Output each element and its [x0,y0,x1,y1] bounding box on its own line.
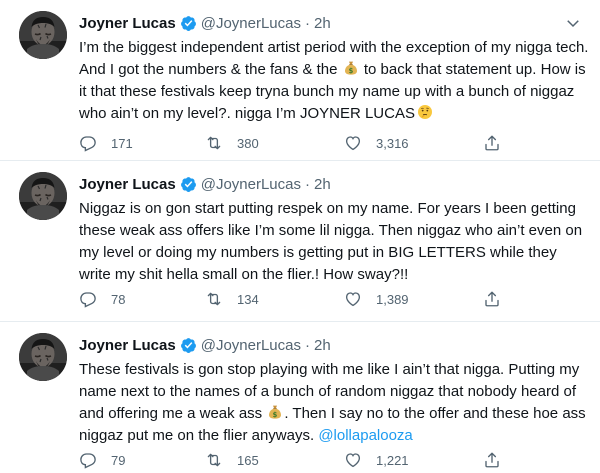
money-bag-emoji [343,60,359,76]
reply-count: 78 [111,291,126,307]
separator-dot: · [305,336,310,354]
mention-link[interactable]: @lollapalooza [318,427,412,444]
reply-icon [79,290,97,308]
avatar[interactable] [19,172,67,220]
share-icon [483,290,501,308]
retweet-count: 165 [237,452,259,468]
tweet[interactable]: Joyner Lucas @JoynerLucas · 2h These fes… [0,322,600,473]
avatar[interactable] [19,11,67,59]
tweet-actions: 78 134 1,389 [79,288,509,310]
handle[interactable]: @JoynerLucas [201,176,301,193]
retweet-button[interactable]: 380 [205,132,259,154]
reply-button[interactable]: 171 [79,132,133,154]
tweet-text: These festivals is gon stop playing with… [79,359,589,447]
retweet-button[interactable]: 134 [205,288,259,310]
timestamp[interactable]: 2h [314,15,331,32]
tweet-header: Joyner Lucas @JoynerLucas · 2h [79,335,331,355]
tweet[interactable]: Joyner Lucas @JoynerLucas · 2h Niggaz is… [0,161,600,322]
verified-icon [180,176,197,193]
timestamp[interactable]: 2h [314,176,331,193]
handle[interactable]: @JoynerLucas [201,15,301,32]
share-button[interactable] [483,132,515,154]
reply-button[interactable]: 78 [79,288,125,310]
display-name[interactable]: Joyner Lucas [79,15,176,32]
avatar[interactable] [19,333,67,381]
verified-icon [180,337,197,354]
timestamp[interactable]: 2h [314,337,331,354]
retweet-count: 380 [237,135,259,151]
thinking-face-emoji [417,104,433,120]
reply-icon [79,451,97,469]
reply-icon [79,134,97,152]
money-bag-emoji [267,404,283,420]
tweet-header: Joyner Lucas @JoynerLucas · 2h [79,13,331,33]
avatar-image [19,172,67,220]
like-button[interactable]: 1,221 [344,449,409,471]
retweet-icon [205,134,223,152]
handle[interactable]: @JoynerLucas [201,337,301,354]
avatar-image [19,333,67,381]
caret-down-icon[interactable] [564,14,582,32]
retweet-icon [205,290,223,308]
tweet[interactable]: Joyner Lucas @JoynerLucas · 2h I’m the b… [0,0,600,161]
reply-count: 79 [111,452,126,468]
like-count: 1,389 [376,291,409,307]
separator-dot: · [305,14,310,32]
retweet-icon [205,451,223,469]
like-icon [344,451,362,469]
like-count: 1,221 [376,452,409,468]
share-button[interactable] [483,288,515,310]
retweet-button[interactable]: 165 [205,449,259,471]
share-icon [483,134,501,152]
tweet-text-part: Niggaz is on gon start putting respek on… [79,200,583,283]
like-count: 3,316 [376,135,409,151]
display-name[interactable]: Joyner Lucas [79,176,176,193]
retweet-count: 134 [237,291,259,307]
avatar-image [19,11,67,59]
like-icon [344,290,362,308]
verified-icon [180,15,197,32]
like-icon [344,134,362,152]
display-name[interactable]: Joyner Lucas [79,337,176,354]
reply-button[interactable]: 79 [79,449,125,471]
tweet-text: I’m the biggest independent artist perio… [79,37,589,125]
reply-count: 171 [111,135,133,151]
tweet-actions: 171 380 3,316 [79,132,509,154]
separator-dot: · [305,175,310,193]
tweet-actions: 79 165 1,221 [79,449,509,471]
like-button[interactable]: 3,316 [344,132,409,154]
tweet-text: Niggaz is on gon start putting respek on… [79,198,589,286]
like-button[interactable]: 1,389 [344,288,409,310]
share-icon [483,451,501,469]
share-button[interactable] [483,449,515,471]
tweet-header: Joyner Lucas @JoynerLucas · 2h [79,174,331,194]
